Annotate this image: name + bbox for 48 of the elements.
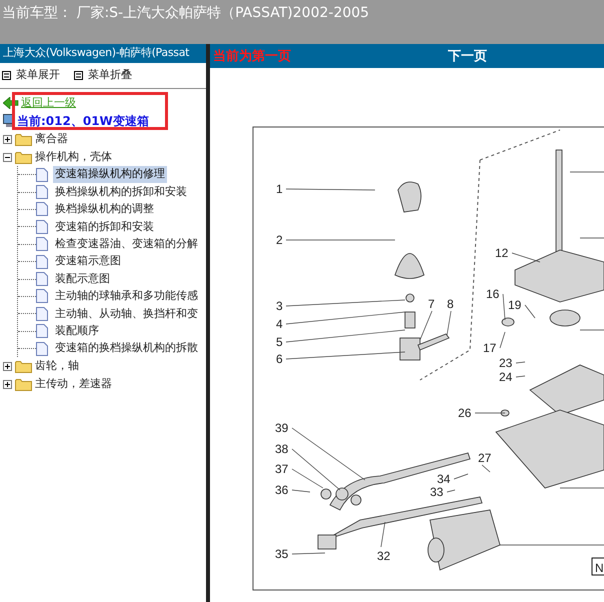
current-section: 当前:012、01W变速箱 bbox=[17, 112, 149, 130]
sidebar-header: 上海大众(Volkswagen)-帕萨特(Passat bbox=[0, 44, 206, 63]
callout-number: 37 bbox=[275, 462, 288, 476]
next-page-link[interactable]: 下一页 bbox=[448, 46, 487, 66]
tree-item[interactable]: 变速箱操纵机构的修理 bbox=[53, 166, 167, 183]
callout-number: 24 bbox=[499, 370, 512, 384]
callout-number: 6 bbox=[276, 352, 283, 366]
tree-item[interactable]: 变速箱的换档操纵机构的拆散 bbox=[53, 340, 200, 357]
callout-number: 36 bbox=[275, 483, 288, 497]
menu-button[interactable]: 菜单展开 bbox=[2, 67, 60, 84]
page-title: 当前车型： 厂家:S-上汽大众帕萨特（PASSAT)2002-2005 bbox=[2, 4, 370, 23]
callout-number: 23 bbox=[499, 356, 512, 370]
tree-item[interactable]: 检查变速器油、变速箱的分解 bbox=[53, 236, 200, 252]
callout-number: 8 bbox=[447, 297, 454, 311]
callout-number: 1 bbox=[276, 182, 283, 196]
tree-folder[interactable]: 离合器 bbox=[35, 130, 68, 148]
callout-number: 16 bbox=[486, 287, 500, 301]
callout-number: 32 bbox=[377, 549, 390, 563]
callout-number: 39 bbox=[275, 421, 288, 435]
callout-number: 4 bbox=[276, 317, 283, 331]
tree-item[interactable]: 变速箱示意图 bbox=[53, 253, 123, 270]
callout-number: 5 bbox=[276, 335, 283, 349]
tree-folder[interactable]: 操作机构，壳体 bbox=[35, 148, 112, 166]
tree-folder[interactable]: 主传动，差速器 bbox=[35, 376, 112, 393]
callout-number: 33 bbox=[430, 485, 444, 499]
corner-label: N bbox=[595, 561, 604, 575]
tree-item[interactable]: 装配示意图 bbox=[53, 270, 112, 288]
callout-number: 34 bbox=[437, 472, 450, 486]
tree-folder[interactable]: 齿轮，轴 bbox=[35, 358, 79, 375]
callout-number: 27 bbox=[478, 451, 492, 465]
callout-number: 7 bbox=[428, 297, 435, 311]
callout-number: 26 bbox=[458, 406, 472, 420]
callout-number: 35 bbox=[275, 547, 288, 561]
menu-button[interactable]: 菜单折叠 bbox=[74, 67, 132, 84]
page-status: 当前为第一页 bbox=[212, 47, 292, 66]
callout-number: 19 bbox=[508, 298, 522, 312]
tree-item[interactable]: 换档操纵机构的调整 bbox=[53, 201, 156, 218]
callout-number: 3 bbox=[276, 299, 283, 313]
tree-item[interactable]: 变速箱的拆卸和安装 bbox=[53, 218, 156, 236]
tree-item[interactable]: 主动轴、从动轴、换挡杆和变 bbox=[53, 306, 200, 322]
tree-item[interactable]: 换档操纵机构的拆卸和安装 bbox=[53, 184, 189, 200]
callout-number: 38 bbox=[275, 442, 288, 456]
back-link[interactable]: 返回上一级 bbox=[21, 94, 76, 111]
callout-number: 17 bbox=[483, 341, 496, 355]
tree-item[interactable]: 装配顺序 bbox=[53, 322, 101, 340]
callout-number: 2 bbox=[276, 233, 283, 247]
callout-number: 12 bbox=[495, 246, 508, 260]
tree-item[interactable]: 主动轴的球轴承和多功能传感 bbox=[53, 288, 200, 305]
